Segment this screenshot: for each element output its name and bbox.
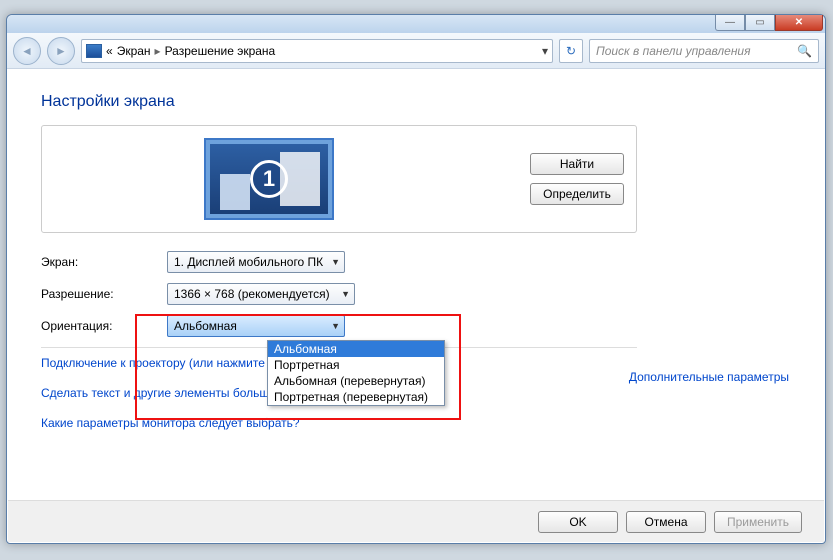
resolution-value: 1366 × 768 (рекомендуется) — [174, 287, 330, 301]
chevron-right-icon: ▸ — [155, 44, 161, 58]
breadcrumb[interactable]: « Экран ▸ Разрешение экрана ▾ — [81, 39, 553, 63]
resolution-row: Разрешение: 1366 × 768 (рекомендуется) ▼ — [41, 283, 791, 305]
monitor-preview-desktop: 1 — [210, 144, 328, 214]
screen-combo[interactable]: 1. Дисплей мобильного ПК ▼ — [167, 251, 345, 273]
minimize-button[interactable]: — — [715, 15, 745, 31]
cancel-button[interactable]: Отмена — [626, 511, 706, 533]
close-button[interactable]: ✕ — [775, 15, 823, 31]
resolution-label: Разрешение: — [41, 287, 167, 301]
chevron-down-icon: ▼ — [341, 289, 350, 299]
monitor-help-link[interactable]: Какие параметры монитора следует выбрать… — [41, 416, 791, 430]
refresh-button[interactable]: ↻ — [559, 39, 583, 63]
back-button[interactable]: ◄ — [13, 37, 41, 65]
chevron-down-icon: ▼ — [331, 257, 340, 267]
monitor-panel-buttons: Найти Определить — [530, 153, 624, 205]
ok-button[interactable]: OK — [538, 511, 618, 533]
search-input[interactable]: Поиск в панели управления 🔍 — [589, 39, 819, 63]
screen-value: 1. Дисплей мобильного ПК — [174, 255, 323, 269]
orientation-dropdown: Альбомная Портретная Альбомная (переверн… — [267, 340, 445, 406]
orientation-option-landscape[interactable]: Альбомная — [268, 341, 444, 357]
orientation-option-portrait-flipped[interactable]: Портретная (перевернутая) — [268, 389, 444, 405]
orientation-row: Ориентация: Альбомная ▼ — [41, 315, 791, 337]
chevron-down-icon: ▼ — [331, 321, 340, 331]
window-thumb-icon — [220, 174, 250, 210]
screen-row: Экран: 1. Дисплей мобильного ПК ▼ — [41, 251, 791, 273]
titlebar: — ▭ ✕ — [7, 15, 825, 33]
find-button[interactable]: Найти — [530, 153, 624, 175]
search-icon: 🔍 — [797, 44, 812, 58]
maximize-button[interactable]: ▭ — [745, 15, 775, 31]
orientation-option-portrait[interactable]: Портретная — [268, 357, 444, 373]
monitor-panel: 1 Найти Определить — [41, 125, 637, 233]
button-bar: OK Отмена Применить — [8, 500, 824, 542]
toolbar: ◄ ► « Экран ▸ Разрешение экрана ▾ ↻ Поис… — [7, 33, 825, 69]
breadcrumb-prefix: « — [106, 44, 113, 58]
breadcrumb-item[interactable]: Разрешение экрана — [165, 44, 276, 58]
detect-button[interactable]: Определить — [530, 183, 624, 205]
orientation-label: Ориентация: — [41, 319, 167, 333]
orientation-value: Альбомная — [174, 319, 237, 333]
breadcrumb-item[interactable]: Экран — [117, 44, 151, 58]
resolution-combo[interactable]: 1366 × 768 (рекомендуется) ▼ — [167, 283, 355, 305]
page-title: Настройки экрана — [41, 93, 791, 111]
apply-button[interactable]: Применить — [714, 511, 802, 533]
chevron-down-icon[interactable]: ▾ — [542, 44, 548, 58]
orientation-option-landscape-flipped[interactable]: Альбомная (перевернутая) — [268, 373, 444, 389]
window-thumb-icon — [280, 152, 320, 206]
window: — ▭ ✕ ◄ ► « Экран ▸ Разрешение экрана ▾ … — [6, 14, 826, 544]
screen-label: Экран: — [41, 255, 167, 269]
advanced-settings-link[interactable]: Дополнительные параметры — [629, 370, 789, 384]
control-panel-icon — [86, 44, 102, 58]
orientation-combo[interactable]: Альбомная ▼ — [167, 315, 345, 337]
forward-button[interactable]: ► — [47, 37, 75, 65]
monitor-preview[interactable]: 1 — [204, 138, 334, 220]
search-placeholder: Поиск в панели управления — [596, 44, 751, 58]
